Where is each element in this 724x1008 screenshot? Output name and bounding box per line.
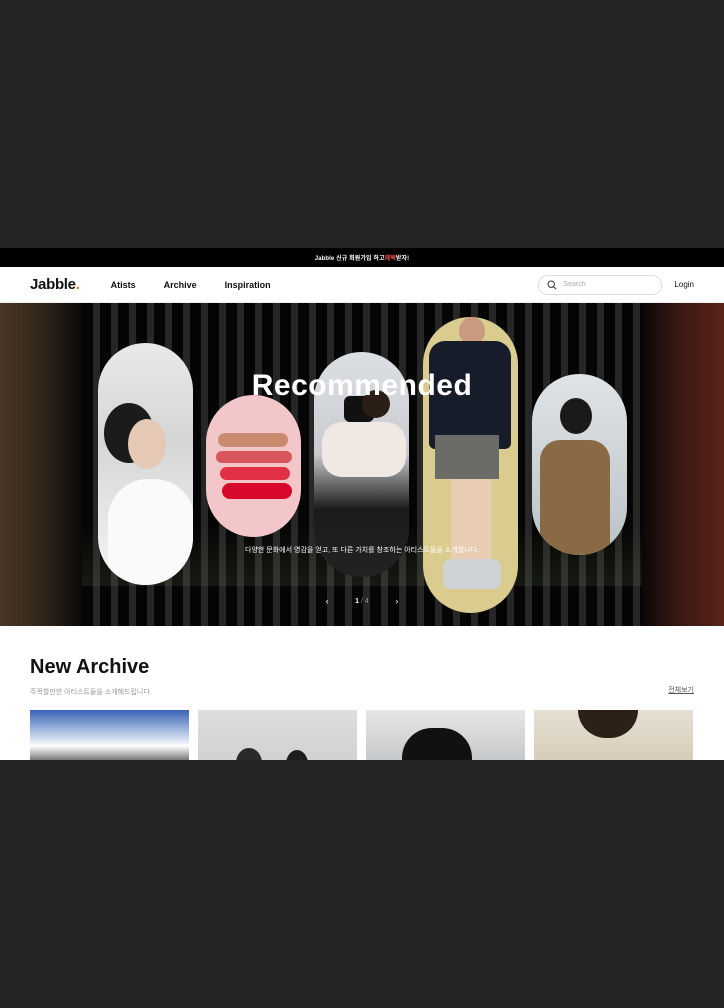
- search-input[interactable]: [563, 281, 654, 288]
- hero-carousel: Recommended 다양한 문화에서 영감을 얻고, 또 다른 가치를 창조…: [0, 303, 724, 626]
- archive-card-list: [30, 710, 694, 760]
- promo-banner[interactable]: Jabble 신규 회원가입 하고 혜택 받자!: [0, 248, 724, 267]
- carousel-pager: ‹ 1 / 4 ›: [0, 596, 724, 606]
- archive-photo-figure: [402, 728, 472, 760]
- artist-photo-hair: [560, 398, 592, 434]
- artist-photo-coat: [540, 440, 610, 555]
- archive-photo-figure: [236, 748, 262, 760]
- archive-card-1[interactable]: [30, 710, 189, 760]
- main-menu: Atists Archive Inspiration: [111, 280, 299, 290]
- logo-text: Jabble: [30, 276, 76, 293]
- archive-card-4[interactable]: [534, 710, 693, 760]
- view-all-link[interactable]: 전체보기: [668, 685, 694, 695]
- hero-title: Recommended: [251, 369, 473, 402]
- artist-photo-shoes: [443, 559, 501, 589]
- page: Jabble 신규 회원가입 하고 혜택 받자! Jabble. Atists …: [0, 248, 724, 760]
- artist-photo-top: [322, 422, 406, 477]
- chevron-left-icon[interactable]: ‹: [317, 596, 337, 606]
- artist-card-4[interactable]: [423, 317, 518, 613]
- section-description: 주목할만한 아티스트들을 소개해드립니다.: [30, 689, 152, 696]
- hero-subtitle: 다양한 문화에서 영감을 얻고, 또 다른 가치를 창조하는 아티스트들을 소개…: [245, 547, 479, 554]
- nav-item-inspiration[interactable]: Inspiration: [225, 280, 271, 290]
- artist-card-2[interactable]: [206, 395, 301, 537]
- search-box[interactable]: [538, 274, 663, 295]
- artwork-stroke-3: [220, 467, 290, 480]
- artist-photo-skirt: [435, 435, 499, 479]
- artwork-stroke-2: [216, 451, 292, 463]
- section-title: New Archive: [30, 656, 150, 678]
- page-indicator: 1 / 4: [355, 598, 369, 605]
- logo-dot: .: [75, 276, 80, 293]
- promo-suffix: 받자!: [395, 256, 410, 262]
- page-total: 4: [364, 597, 369, 605]
- logo[interactable]: Jabble.: [30, 276, 80, 293]
- hero-left-edge: [0, 303, 82, 626]
- nav-item-archive[interactable]: Archive: [164, 280, 197, 290]
- login-link[interactable]: Login: [674, 280, 694, 289]
- archive-photo-figure: [578, 710, 638, 738]
- chevron-right-icon[interactable]: ›: [387, 596, 407, 606]
- artwork-stroke-4: [222, 483, 292, 499]
- archive-card-2[interactable]: [198, 710, 357, 760]
- hero-right-edge: [642, 303, 724, 626]
- artwork-stroke-1: [218, 433, 288, 447]
- nav-item-atists[interactable]: Atists: [111, 280, 136, 290]
- new-archive-section: New Archive 주목할만한 아티스트들을 소개해드립니다. 전체보기: [0, 626, 724, 760]
- archive-card-3[interactable]: [366, 710, 525, 760]
- promo-prefix: Jabble 신규 회원가입 하고: [314, 256, 385, 262]
- top-nav: Jabble. Atists Archive Inspiration Login: [0, 267, 724, 303]
- artist-photo-shirt: [108, 479, 193, 585]
- archive-photo-figure: [286, 750, 308, 760]
- promo-highlight: 혜택: [384, 256, 396, 262]
- search-icon: [547, 279, 557, 290]
- artist-photo-face: [128, 419, 166, 469]
